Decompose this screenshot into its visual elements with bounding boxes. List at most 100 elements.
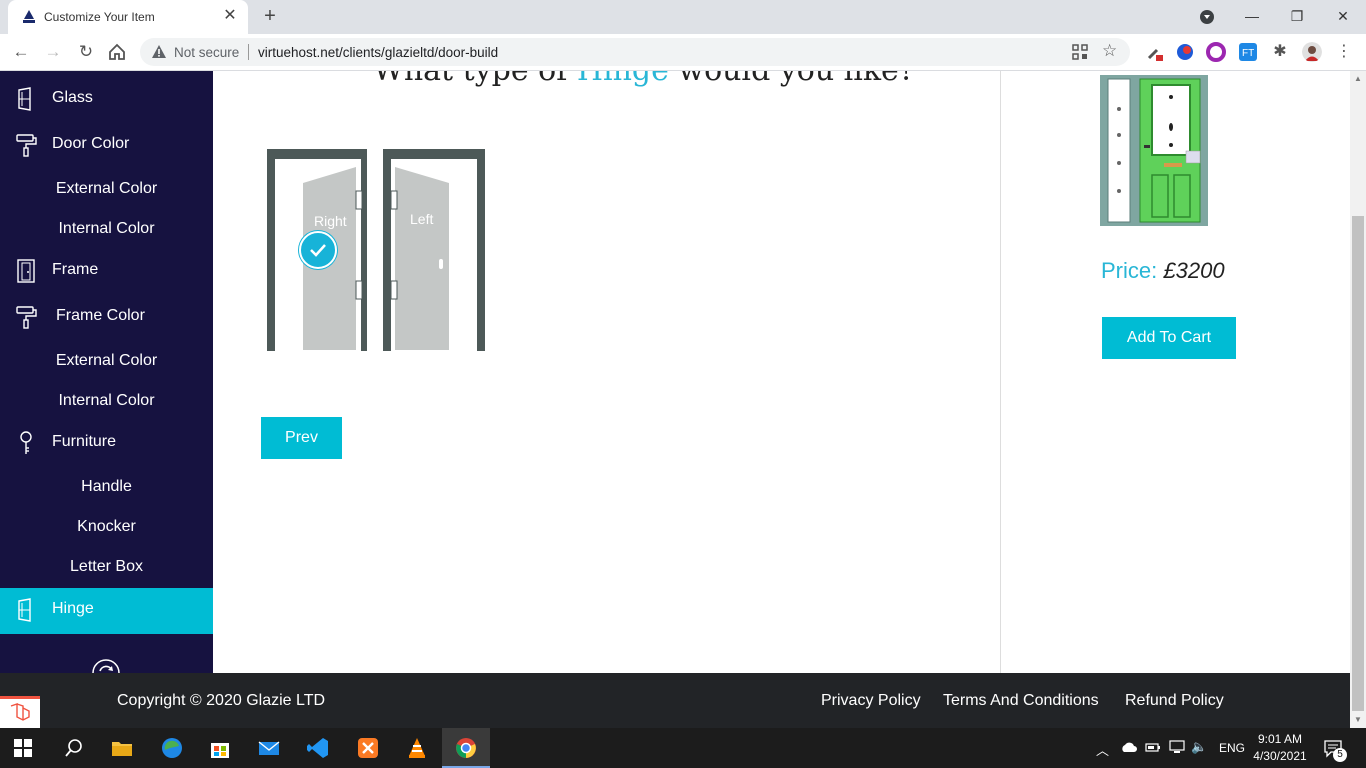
address-bar[interactable]: Not secure virtuehost.net/clients/glazie… [140, 38, 1130, 66]
maximize-button[interactable]: ❐ [1285, 4, 1309, 28]
xampp-icon[interactable] [356, 736, 380, 760]
sidebar-item-label: Glass [52, 89, 93, 106]
sidebar-subitem-handle[interactable]: Handle [0, 467, 213, 507]
sidebar-item-furniture[interactable]: Furniture [0, 421, 213, 465]
sidebar-item-label: Furniture [52, 433, 117, 450]
price-value: £3200 [1163, 258, 1225, 283]
extensions-puzzle-icon[interactable]: ✱ [1270, 42, 1290, 62]
sidebar-item-label: Hinge [52, 600, 94, 617]
refund-policy-link[interactable]: Refund Policy [1125, 692, 1224, 710]
laravel-debug-icon[interactable] [0, 696, 40, 728]
tab-close-icon[interactable]: ✕ [220, 6, 240, 26]
paint-roller-icon [16, 306, 37, 329]
sidebar-item-hinge[interactable]: Hinge [0, 588, 213, 634]
tab-title: Customize Your Item [44, 10, 155, 24]
windows-taskbar: ︿ 🔈 ENG 9:01 AM 4/30/2021 5 [0, 728, 1366, 768]
sidebar-subitem-frame-internal-color[interactable]: Internal Color [0, 381, 213, 421]
sidebar-item-glass[interactable]: Glass [0, 77, 213, 121]
tray-chevron-up-icon[interactable]: ︿ [1096, 740, 1109, 759]
close-window-button[interactable]: ✕ [1331, 4, 1355, 28]
scroll-down-arrow-icon[interactable]: ▼ [1350, 712, 1366, 728]
sidebar-item-label: Door Color [52, 135, 130, 152]
door-glass-icon [18, 598, 31, 622]
copyright-text: Copyright © 2020 Glazie LTD [117, 692, 326, 709]
door-label-left: Left [410, 211, 434, 227]
price-display: Price: £3200 [1101, 258, 1225, 284]
scroll-thumb[interactable] [1352, 216, 1364, 711]
windows-start-icon[interactable] [13, 738, 33, 758]
mail-icon[interactable] [257, 736, 281, 760]
paint-roller-icon [16, 134, 37, 157]
sidebar-item-label: Frame Color [56, 307, 145, 324]
extension-dropper-icon[interactable] [1145, 42, 1165, 62]
selected-check-icon [299, 231, 337, 269]
hinge-option-left[interactable]: Left [382, 149, 486, 352]
clock-time[interactable]: 9:01 AM [1255, 732, 1305, 746]
step-question: What type of Hinge would you like? [373, 71, 915, 88]
add-to-cart-button[interactable]: Add To Cart [1102, 317, 1236, 359]
battery-icon[interactable] [1145, 740, 1161, 754]
forward-arrow-icon[interactable]: → [42, 41, 64, 63]
profile-menu-icon[interactable] [1199, 9, 1215, 25]
frame-icon [17, 259, 35, 283]
door-label-right: Right [314, 213, 347, 229]
page-scrollbar[interactable]: ▲ ▼ [1350, 71, 1366, 728]
browser-tab[interactable]: Customize Your Item ✕ [8, 0, 248, 34]
url-text[interactable]: virtuehost.net/clients/glazieltd/door-bu… [258, 45, 498, 60]
edge-browser-icon[interactable] [160, 736, 184, 760]
extension-color-icon[interactable] [1175, 42, 1195, 62]
svg-text:FT: FT [1242, 48, 1254, 59]
new-tab-button[interactable]: + [258, 5, 282, 29]
profile-avatar[interactable] [1302, 42, 1322, 62]
sidebar-item-door-color[interactable]: Door Color [0, 123, 213, 167]
sidebar-subitem-frame-external-color[interactable]: External Color [0, 341, 213, 381]
sidebar: Glass Door Color External Color Internal… [0, 71, 213, 696]
question-highlight: Hinge [577, 71, 669, 88]
terms-link[interactable]: Terms And Conditions [943, 692, 1099, 710]
sidebar-item-frame-color[interactable]: Frame Color [0, 295, 213, 339]
bookmark-star-icon[interactable]: ☆ [1102, 41, 1117, 61]
onedrive-cloud-icon[interactable] [1120, 740, 1138, 754]
page-viewport: Glass Door Color External Color Internal… [0, 71, 1366, 728]
search-icon[interactable] [62, 736, 86, 760]
volume-icon[interactable]: 🔈 [1191, 739, 1207, 755]
reload-icon[interactable]: ↻ [75, 41, 97, 63]
store-icon[interactable] [208, 736, 232, 760]
browser-toolbar: ← → ↻ Not secure virtuehost.net/clients/… [0, 34, 1366, 71]
sidebar-subitem-door-external-color[interactable]: External Color [0, 169, 213, 209]
vlc-icon[interactable] [405, 736, 429, 760]
language-indicator[interactable]: ENG [1219, 741, 1245, 755]
main-content: What type of Hinge would you like? Right [213, 71, 1000, 673]
order-summary-panel: Price: £3200 Add To Cart [1001, 71, 1350, 673]
door-preview-image [1100, 75, 1208, 226]
sidebar-item-label: Frame [52, 261, 99, 278]
privacy-policy-link[interactable]: Privacy Policy [821, 692, 921, 710]
clock-date[interactable]: 4/30/2021 [1251, 749, 1309, 763]
extension-ft-icon[interactable]: FT [1238, 42, 1258, 62]
home-icon[interactable] [107, 42, 127, 62]
notification-count-badge: 5 [1333, 748, 1347, 762]
qr-code-icon[interactable] [1072, 44, 1088, 60]
minimize-button[interactable]: — [1240, 4, 1264, 28]
tab-strip: Customize Your Item ✕ + — ❐ ✕ [0, 0, 1366, 34]
sidebar-subitem-door-internal-color[interactable]: Internal Color [0, 209, 213, 249]
question-text: What type of [373, 71, 577, 88]
network-icon[interactable] [1168, 740, 1186, 754]
file-explorer-icon[interactable] [110, 736, 134, 760]
back-arrow-icon[interactable]: ← [10, 41, 32, 63]
door-left-hinge-illustration [383, 149, 485, 351]
question-text-end: would you like? [669, 71, 914, 88]
warning-icon [152, 45, 166, 58]
sidebar-item-frame[interactable]: Frame [0, 249, 213, 293]
key-icon [20, 431, 32, 454]
browser-menu-icon[interactable]: ⋮ [1334, 42, 1354, 62]
security-label: Not secure [174, 45, 240, 60]
sidebar-subitem-knocker[interactable]: Knocker [0, 507, 213, 547]
extension-colorpick-icon[interactable] [1206, 42, 1226, 62]
sidebar-subitem-letter-box[interactable]: Letter Box [0, 547, 213, 587]
vscode-icon[interactable] [306, 736, 330, 760]
prev-button[interactable]: Prev [261, 417, 342, 459]
scroll-up-arrow-icon[interactable]: ▲ [1350, 71, 1366, 87]
chrome-icon[interactable] [454, 736, 478, 760]
price-label: Price: [1101, 258, 1158, 283]
